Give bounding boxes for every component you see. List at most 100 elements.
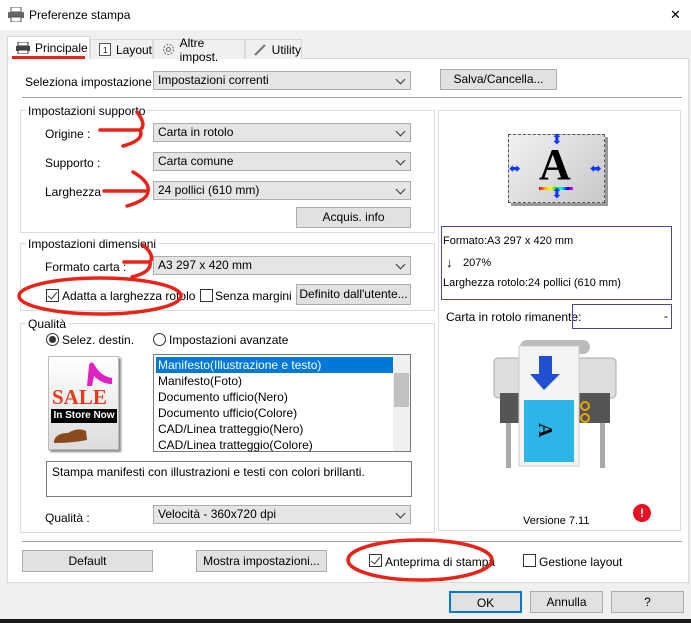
chevron-down-icon (395, 184, 406, 195)
resize-horizontal-icon: ⬌ (509, 160, 521, 176)
quality-select[interactable]: Velocità - 360x720 dpi (153, 505, 411, 524)
paper-size-select[interactable]: A3 297 x 420 mm (153, 256, 411, 275)
preview-info-box: Formato:A3 297 x 420 mm ↓ 207% Larghezza… (441, 226, 672, 300)
printer-icon (8, 7, 24, 22)
taskbar-edge (0, 619, 691, 623)
size-group-title: Impostazioni dimensioni (26, 237, 159, 251)
tab-altre-impost[interactable]: Altre impost. (153, 36, 245, 64)
svg-text:1: 1 (103, 46, 108, 55)
layout-manager-label: Gestione layout (539, 555, 623, 569)
list-item[interactable]: CAD/Linea tratteggio(Colore) (156, 437, 394, 453)
advanced-settings-radio[interactable] (153, 333, 166, 346)
chevron-down-icon (395, 155, 406, 166)
resize-vertical-icon: ⬍ (551, 131, 563, 147)
list-item[interactable]: CAD/Linea tratteggio(Nero) (156, 421, 394, 437)
paper-size-label: Formato carta : (45, 260, 127, 274)
in-store-text: In Store Now (51, 409, 117, 423)
shoe-icon (87, 362, 112, 386)
info-roll-width: Larghezza rotolo:24 pollici (610 mm) (443, 277, 621, 289)
arrow-down-icon: ↓ (446, 255, 453, 270)
user-defined-button[interactable]: Definito dall'utente... (296, 284, 411, 305)
chevron-down-icon (395, 508, 406, 519)
chevron-down-icon (395, 126, 406, 137)
window-title: Preferenze stampa (29, 8, 131, 22)
resize-horizontal-icon: ⬌ (590, 160, 602, 176)
tab-label: Altre impost. (179, 35, 219, 64)
preview-letter: A (539, 140, 571, 189)
quality-value: Velocità - 360x720 dpi (158, 507, 277, 521)
preset-value: Impostazioni correnti (158, 73, 269, 87)
printer-icon (16, 42, 30, 54)
fit-roll-width-checkbox[interactable] (46, 289, 59, 302)
select-target-radio[interactable] (46, 333, 59, 346)
paper-size-value: A3 297 x 420 mm (158, 258, 253, 272)
tab-utility[interactable]: Utility (245, 39, 302, 59)
tab-label: Principale (35, 41, 88, 55)
close-button[interactable]: ✕ (670, 7, 681, 23)
divider (22, 541, 682, 542)
page-icon: 1 (99, 43, 111, 56)
remaining-roll-value: - (664, 309, 668, 323)
error-icon[interactable]: ! (633, 504, 651, 522)
scrollbar[interactable] (393, 355, 410, 451)
roll-width-value: 24 pollici (610 mm) (158, 183, 260, 197)
cancel-button[interactable]: Annulla (530, 591, 603, 613)
info-format: Formato:A3 297 x 420 mm (443, 235, 574, 247)
info-scale: 207% (463, 257, 492, 269)
scrollbar-thumb[interactable] (394, 373, 409, 407)
borderless-label: Senza margini (215, 289, 292, 303)
print-preview-checkbox[interactable] (369, 554, 382, 567)
tab-label: Utility (271, 42, 301, 57)
preset-label: Seleziona impostazione : (25, 75, 159, 89)
list-item[interactable]: Documento ufficio(Colore) (156, 405, 394, 421)
fit-roll-width-label: Adatta a larghezza rotolo (62, 289, 196, 303)
default-button[interactable]: Default (22, 550, 153, 572)
version-text: Versione 7.11 (523, 515, 590, 527)
tab-layout[interactable]: 1 Layout (90, 39, 153, 59)
width-label: Larghezza (45, 185, 102, 199)
annotation-underline (12, 56, 85, 59)
tab-label: Layout (115, 42, 152, 57)
acquire-info-button[interactable]: Acquis. info (296, 207, 411, 228)
divider (22, 97, 682, 98)
printer-illustration: A (493, 340, 617, 468)
gear-icon (163, 44, 174, 55)
media-group-title: Impostazioni supporto (26, 104, 148, 118)
media-type-label: Supporto : (45, 156, 101, 170)
list-item[interactable]: Manifesto(Foto) (156, 373, 394, 389)
resize-vertical-icon: ⬍ (551, 185, 563, 201)
media-type-value: Carta comune (158, 154, 234, 168)
ok-button[interactable]: OK (449, 591, 522, 613)
men-shoe-icon (54, 429, 87, 443)
roll-width-select[interactable]: 24 pollici (610 mm) (153, 181, 411, 200)
source-select[interactable]: Carta in rotolo (153, 123, 411, 142)
advanced-settings-label: Impostazioni avanzate (169, 333, 289, 347)
layout-manager-checkbox[interactable] (523, 554, 536, 567)
select-target-label: Selez. destin. (62, 333, 135, 347)
list-item[interactable]: Documento ufficio(Nero) (156, 389, 394, 405)
show-settings-button[interactable]: Mostra impostazioni... (196, 550, 327, 572)
remaining-roll-label: Carta in rotolo rimanente: (446, 310, 582, 324)
title-bar: Preferenze stampa ✕ (0, 0, 691, 30)
target-listbox[interactable]: Manifesto(Illustrazione e testo) Manifest… (153, 354, 411, 452)
wrench-icon (254, 44, 266, 56)
source-label: Origine : (45, 127, 91, 141)
list-item[interactable]: Manifesto(Illustrazione e testo) (156, 357, 394, 373)
borderless-checkbox[interactable] (200, 289, 213, 302)
description-box: Stampa manifesti con illustrazioni e tes… (46, 461, 412, 497)
quality-group-title: Qualità (26, 317, 69, 331)
help-button[interactable]: ? (611, 591, 684, 613)
chevron-down-icon (395, 74, 406, 85)
media-type-select[interactable]: Carta comune (153, 152, 411, 171)
source-value: Carta in rotolo (158, 125, 234, 139)
remaining-roll-field: - (572, 304, 672, 329)
page-preview: A ⬍ ⬍ ⬌ ⬌ (508, 131, 605, 203)
svg-text:A: A (534, 423, 556, 438)
chevron-down-icon (395, 259, 406, 270)
save-delete-button[interactable]: Salva/Cancella... (440, 69, 557, 90)
quality-label: Qualità : (45, 511, 90, 525)
target-preview-image: SALE In Store Now (48, 356, 119, 450)
print-preview-label: Anteprima di stampa (385, 555, 496, 569)
sale-text: SALE (52, 385, 107, 409)
preset-select[interactable]: Impostazioni correnti (153, 71, 411, 90)
